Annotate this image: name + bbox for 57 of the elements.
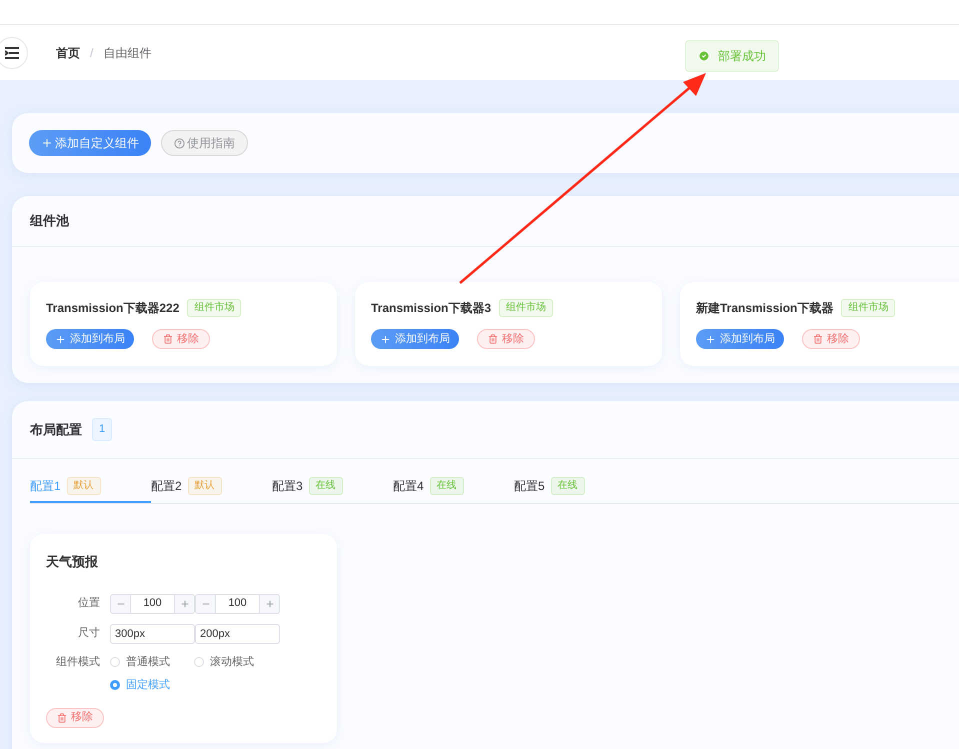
breadcrumb-item[interactable]: 首页	[56, 44, 80, 62]
field-label: 组件模式	[55, 654, 100, 670]
field-label: 位置	[77, 596, 100, 612]
number-value: 100	[142, 596, 163, 612]
component-name: 新建Transmission下载器	[696, 300, 834, 317]
config-tab[interactable]: 配置4 在线	[393, 477, 514, 503]
add-to-layout-button[interactable]: 添加到布局	[46, 329, 134, 349]
menu-button[interactable]	[0, 36, 28, 68]
increment-button[interactable]	[174, 594, 194, 612]
number-stepper[interactable]: 100	[110, 594, 195, 614]
component-name: Transmission下载器222	[46, 300, 180, 317]
section-title: 布局配置	[30, 420, 82, 439]
menu-icon	[5, 46, 19, 58]
status-tag: 组件市场	[499, 299, 554, 317]
config-tab[interactable]: 配置5 在线	[514, 477, 635, 503]
trash-icon	[57, 712, 67, 722]
component-name: Transmission下载器3	[371, 300, 492, 317]
add-to-layout-button[interactable]: 添加到布局	[696, 329, 784, 349]
check-icon	[698, 50, 710, 62]
status-tag: 在线	[550, 477, 585, 495]
plus-icon	[180, 598, 190, 608]
size-input[interactable]: 300px	[110, 624, 195, 644]
breadcrumb-separator: /	[90, 44, 94, 62]
field-label: 尺寸	[77, 626, 100, 642]
decrement-button[interactable]	[111, 594, 131, 612]
status-tag: 组件市场	[187, 299, 242, 317]
decrement-button[interactable]	[196, 594, 216, 612]
status-tag: 在线	[308, 477, 343, 495]
trash-icon	[488, 334, 498, 344]
status-tag: 默认	[188, 477, 222, 495]
plus-icon	[55, 334, 66, 344]
plus-icon	[705, 334, 716, 344]
widget-title: 天气预报	[46, 553, 99, 571]
config-tab[interactable]: 配置3 在线	[272, 477, 393, 503]
increment-button[interactable]	[259, 594, 279, 612]
add-custom-component-button[interactable]: 添加自定义组件	[29, 130, 151, 156]
trash-icon	[813, 334, 823, 344]
size-input[interactable]: 200px	[195, 624, 280, 644]
breadcrumb-item: 自由组件	[103, 44, 152, 62]
plus-icon	[380, 334, 391, 344]
mode-radio[interactable]: 滚动模式	[194, 654, 321, 670]
help-icon	[174, 138, 185, 148]
success-toast: 部署成功	[685, 40, 779, 72]
status-tag: 在线	[430, 477, 464, 495]
status-tag: 组件市场	[841, 299, 896, 317]
config-tab[interactable]: 配置2 默认	[151, 477, 272, 503]
mode-radio[interactable]: 普通模式	[110, 654, 194, 670]
trash-icon	[163, 334, 173, 344]
plus-icon	[41, 137, 53, 149]
add-to-layout-button[interactable]: 添加到布局	[371, 329, 459, 349]
number-value: 100	[227, 596, 248, 612]
number-stepper[interactable]: 100	[195, 594, 280, 614]
status-tag: 默认	[66, 477, 101, 495]
section-title: 组件池	[30, 212, 69, 230]
plus-icon	[264, 598, 274, 608]
radio-circle	[110, 680, 120, 690]
count-badge: 1	[92, 418, 112, 441]
